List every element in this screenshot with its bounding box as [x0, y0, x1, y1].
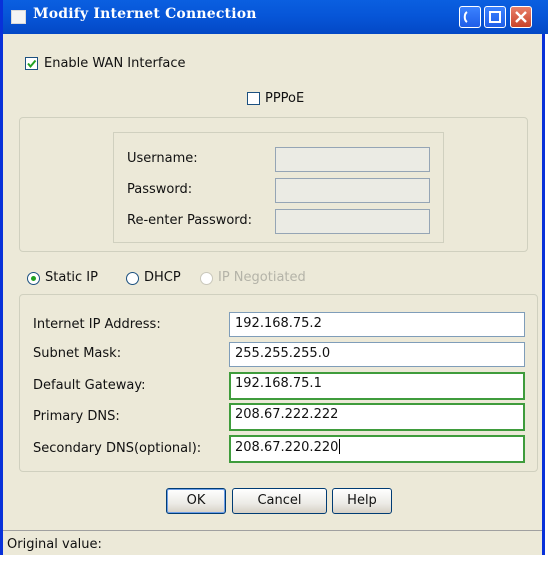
help-button[interactable]: Help — [332, 488, 392, 514]
enable-wan-checkbox[interactable] — [25, 57, 38, 70]
enable-wan-label: Enable WAN Interface — [44, 56, 186, 71]
radio-selected-dot — [31, 276, 36, 281]
password-input[interactable] — [275, 178, 430, 203]
secondary-dns-value: 208.67.220.220 — [235, 440, 339, 455]
pppoe-label: PPPoE — [265, 91, 305, 106]
ip-address-input[interactable]: 192.168.75.2 — [229, 312, 525, 337]
username-label: Username: — [127, 151, 198, 166]
cancel-button[interactable]: Cancel — [232, 488, 327, 514]
default-gateway-input[interactable]: 192.168.75.1 — [229, 372, 525, 400]
checkmark-icon — [27, 59, 37, 69]
window-icon — [11, 10, 26, 24]
dialog-window: Modify Internet Connection Enable WAN In… — [0, 0, 548, 555]
dhcp-radio[interactable] — [126, 272, 139, 285]
ip-address-label: Internet IP Address: — [33, 317, 161, 332]
pppoe-checkbox[interactable] — [247, 92, 260, 105]
window-title: Modify Internet Connection — [33, 6, 257, 22]
maximize-icon — [489, 11, 501, 23]
static-ip-radio[interactable] — [27, 272, 40, 285]
password-label: Password: — [127, 182, 193, 197]
maximize-button[interactable] — [484, 6, 506, 28]
static-ip-label: Static IP — [45, 270, 98, 285]
ok-button[interactable]: OK — [166, 488, 226, 514]
reenter-password-label: Re-enter Password: — [127, 213, 253, 228]
ip-negotiated-radio[interactable] — [200, 272, 213, 285]
subnet-mask-label: Subnet Mask: — [33, 346, 122, 361]
minimize-button[interactable] — [459, 6, 481, 28]
close-icon — [515, 11, 527, 23]
minimize-icon — [463, 11, 468, 23]
title-bar[interactable]: Modify Internet Connection — [3, 0, 548, 34]
username-input[interactable] — [275, 147, 430, 172]
default-gateway-label: Default Gateway: — [33, 378, 146, 393]
text-caret — [339, 439, 341, 454]
reenter-password-input[interactable] — [275, 209, 430, 234]
primary-dns-label: Primary DNS: — [33, 409, 120, 424]
subnet-mask-input[interactable]: 255.255.255.0 — [229, 342, 525, 367]
close-button[interactable] — [510, 6, 532, 28]
secondary-dns-input[interactable]: 208.67.220.220 — [229, 435, 525, 463]
dhcp-label: DHCP — [144, 270, 181, 285]
primary-dns-input[interactable]: 208.67.222.222 — [229, 403, 525, 431]
status-text: Original value: — [7, 537, 102, 552]
ip-negotiated-label: IP Negotiated — [218, 270, 306, 285]
secondary-dns-label: Secondary DNS(optional): — [33, 441, 202, 456]
status-bar: Original value: — [3, 530, 542, 555]
